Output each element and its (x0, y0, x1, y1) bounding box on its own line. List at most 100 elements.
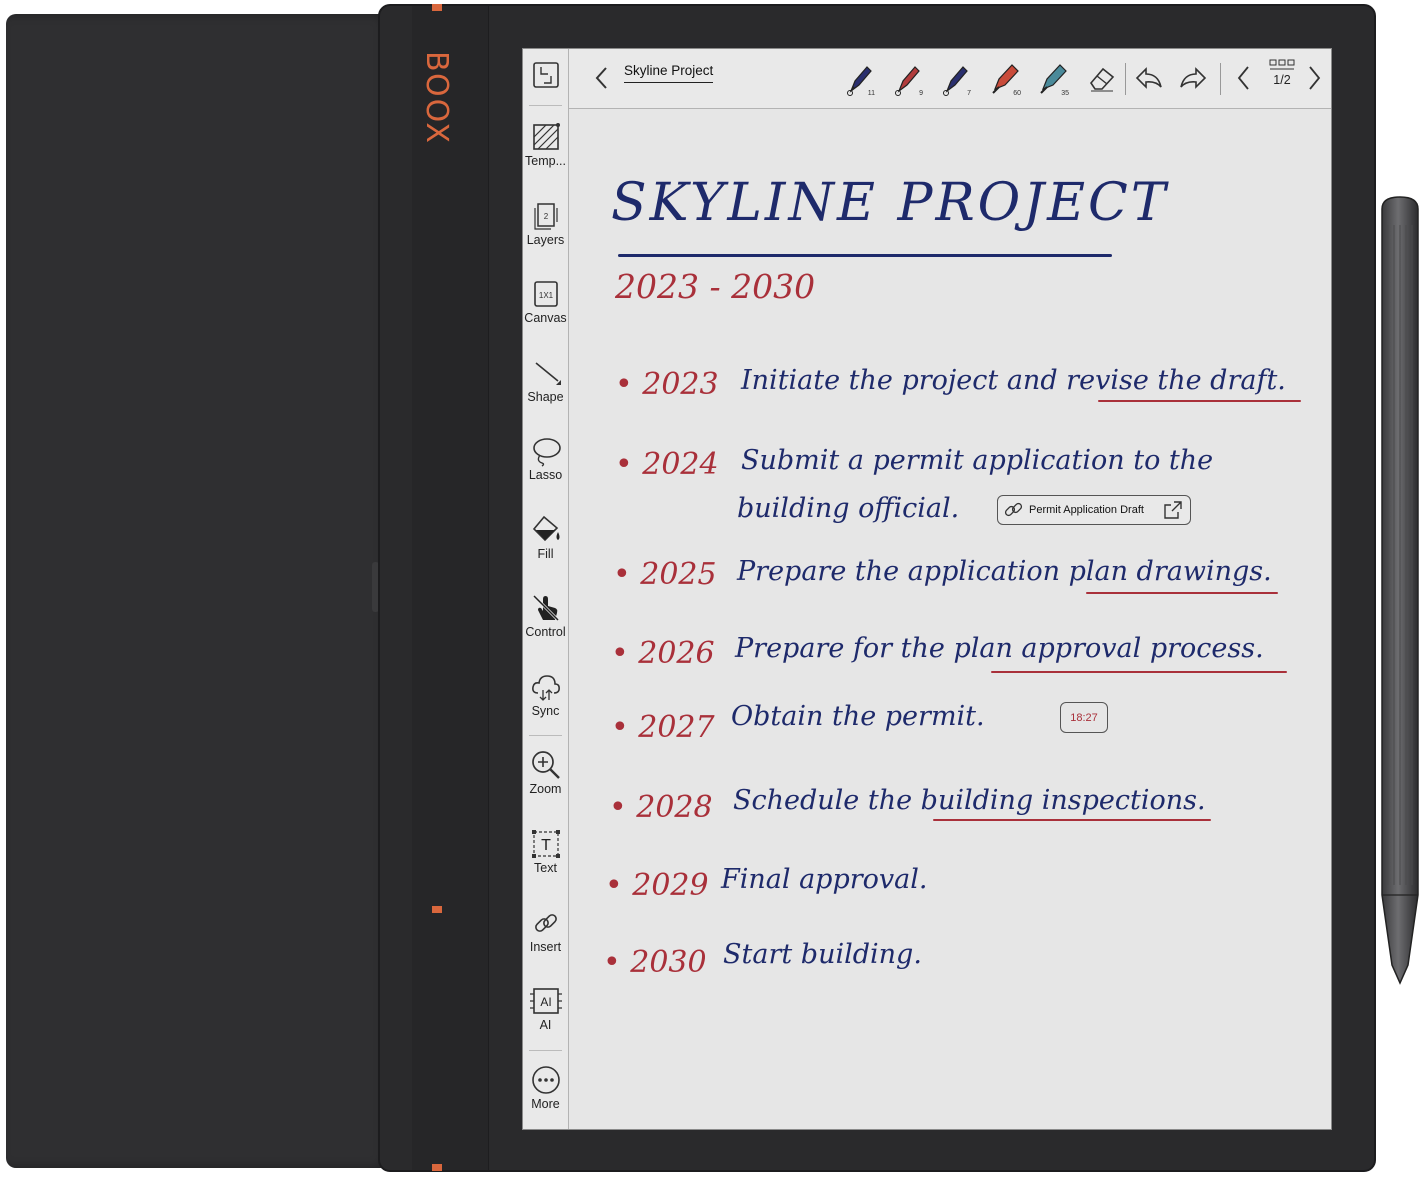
eraser-icon[interactable] (1085, 61, 1119, 95)
sidebar-item-label: Lasso (528, 468, 563, 482)
sidebar-item-label: Insert (529, 940, 562, 954)
collapse-icon (532, 62, 559, 88)
pen-tool-2[interactable]: 9 (889, 59, 925, 99)
pen-size: 7 (967, 90, 971, 97)
sidebar-item-ai[interactable]: AI AI (523, 985, 568, 1032)
page-grid-icon (1269, 59, 1295, 70)
toolbar-divider (1125, 63, 1126, 95)
accent-mark-middle (432, 906, 442, 913)
open-external-icon (1164, 501, 1182, 519)
permit-application-draft-link[interactable]: Permit Application Draft (997, 495, 1191, 525)
accent-mark-top (432, 4, 442, 11)
sidebar-item-sync[interactable]: Sync (523, 671, 568, 718)
template-icon (532, 123, 560, 150)
pen-tool-3[interactable]: 7 (937, 59, 973, 99)
brand-logo: BOOX (419, 51, 454, 145)
text-box-icon: T (531, 830, 560, 858)
note-screen: Skyline Project 11 9 7 60 35 1/2 Temp...… (522, 48, 1332, 1130)
sidebar-item-label: Canvas (524, 311, 567, 325)
sidebar-item-label: Layers (526, 233, 565, 247)
text-glyph: T (541, 837, 551, 854)
timeline-year: • 2030 (603, 945, 707, 980)
ai-icon: AI (529, 988, 562, 1014)
sidebar-item-control[interactable]: Control (523, 592, 568, 639)
touch-control-icon (532, 594, 559, 622)
next-page-icon[interactable] (1297, 61, 1331, 95)
timeline-year: • 2025 (613, 557, 717, 592)
sidebar-item-label: Sync (531, 704, 560, 718)
heading-underline (618, 254, 1112, 257)
timeline-year: • 2023 (615, 367, 719, 402)
more-icon (531, 1066, 560, 1094)
undo-icon[interactable] (1132, 61, 1166, 95)
sidebar-item-label: Zoom (529, 782, 562, 796)
back-chevron-icon[interactable] (585, 61, 619, 95)
note-heading: SKYLINE PROJECT (611, 173, 1169, 233)
timeline-year: • 2024 (615, 447, 719, 482)
sidebar-item-label: Control (525, 625, 566, 639)
layers-icon: 2 (533, 203, 558, 230)
sidebar-item-text[interactable]: T Text (523, 828, 568, 875)
red-underline (933, 819, 1211, 821)
tool-sidebar: Temp... 2 Layers 1X1 Canvas Shape Lasso … (523, 49, 569, 1129)
timeline-text: Start building. (723, 939, 922, 970)
previous-page-icon[interactable] (1227, 61, 1261, 95)
highlighter-tool[interactable]: 35 (1035, 59, 1071, 99)
timeline-text: Final approval. (721, 864, 928, 895)
sidebar-item-lasso[interactable]: Lasso (523, 435, 568, 482)
link-chip-label: Permit Application Draft (1029, 504, 1144, 516)
timeline-year: • 2027 (611, 710, 715, 745)
fill-bucket-icon (532, 515, 559, 542)
sidebar-item-layers[interactable]: 2 Layers (523, 200, 568, 247)
cloud-sync-icon (531, 675, 560, 701)
note-subheading: 2023 - 2030 (615, 267, 816, 306)
sidebar-item-more[interactable]: More (523, 1064, 568, 1111)
link-icon (1004, 502, 1023, 517)
lasso-icon (532, 438, 561, 467)
link-icon (534, 914, 557, 932)
pen-size: 11 (867, 90, 875, 97)
canvas-ratio: 1X1 (538, 291, 553, 300)
timeline-text: Schedule the building inspections. (733, 785, 1206, 816)
sidebar-divider (529, 1050, 562, 1051)
sidebar-item-label: More (531, 1097, 560, 1111)
ai-glyph: AI (540, 995, 551, 1009)
timeline-text-continued: building official. (737, 493, 960, 524)
collapse-toolbar-button[interactable] (523, 61, 568, 89)
sidebar-divider (529, 105, 562, 106)
zoom-in-icon (531, 751, 560, 779)
timeline-year: • 2029 (605, 868, 709, 903)
timeline-year: • 2026 (611, 636, 715, 671)
note-title[interactable]: Skyline Project (624, 63, 714, 83)
page-indicator[interactable]: 1/2 (1265, 59, 1299, 87)
folio-cover (6, 14, 390, 1168)
pen-tool-1[interactable]: 11 (841, 59, 877, 99)
timeline-text: Prepare for the plan approval process. (735, 633, 1264, 664)
accent-mark-bottom (432, 1164, 442, 1171)
timeline-text: Initiate the project and revise the draf… (741, 365, 1286, 396)
shape-line-icon (534, 362, 561, 385)
sidebar-item-label: AI (539, 1018, 552, 1032)
sidebar-item-insert[interactable]: Insert (523, 907, 568, 954)
top-toolbar: Skyline Project 11 9 7 60 35 1/2 (523, 49, 1331, 109)
pen-size: 9 (919, 90, 923, 97)
red-underline (1098, 400, 1301, 402)
sidebar-item-canvas[interactable]: 1X1 Canvas (523, 278, 568, 325)
layers-count: 2 (543, 212, 548, 221)
timeline-text: Submit a permit application to the (741, 445, 1214, 476)
sidebar-item-label: Temp... (525, 154, 566, 168)
sidebar-item-label: Fill (537, 547, 554, 561)
stylus-pen (1381, 196, 1419, 985)
timeline-text: Prepare the application plan drawings. (737, 556, 1272, 587)
sidebar-item-template[interactable]: Temp... (523, 121, 568, 168)
redo-icon[interactable] (1176, 61, 1210, 95)
device-spine (412, 6, 489, 1170)
sidebar-item-zoom[interactable]: Zoom (523, 749, 568, 796)
timestamp-chip[interactable]: 18:27 (1060, 702, 1108, 733)
sidebar-item-label: Text (534, 861, 557, 875)
sidebar-item-shape[interactable]: Shape (523, 357, 568, 404)
sidebar-item-fill[interactable]: Fill (523, 514, 568, 561)
marker-tool[interactable]: 60 (987, 59, 1023, 99)
red-underline (991, 671, 1287, 673)
pen-size: 60 (1013, 90, 1021, 97)
